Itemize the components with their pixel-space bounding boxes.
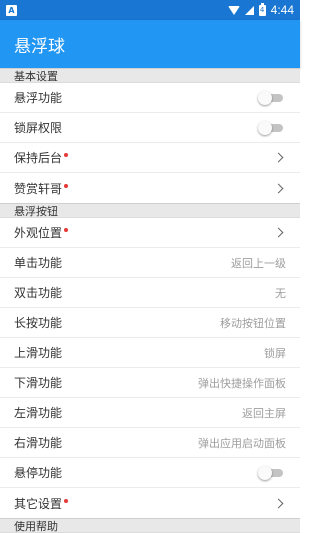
row-value: 弹出应用启动面板	[198, 436, 286, 450]
status-time: 4:44	[270, 3, 294, 17]
app-bar: 悬浮球	[0, 20, 300, 68]
badge-dot-icon	[64, 183, 69, 188]
chevron-right-icon	[273, 498, 284, 508]
row-label: 单击功能	[14, 256, 63, 270]
battery-icon: 4	[258, 2, 266, 16]
row-label: 上滑功能	[14, 346, 63, 360]
row-label: 保持后台	[14, 149, 69, 166]
row-label: 下滑功能	[14, 376, 63, 390]
toggle-thumb	[258, 120, 272, 135]
row-swipe-right[interactable]: 右滑功能 弹出应用启动面板	[0, 428, 300, 458]
status-left: A	[6, 4, 17, 16]
row-value: 返回主屏	[242, 406, 286, 420]
float-function-toggle[interactable]	[258, 90, 284, 105]
row-swipe-left[interactable]: 左滑功能 返回主屏	[0, 398, 300, 428]
chevron-right-icon	[273, 227, 284, 238]
row-label: 外观位置	[14, 224, 69, 241]
row-value: 弹出快捷操作面板	[198, 376, 286, 390]
chevron-right-icon	[273, 183, 284, 193]
row-label-text: 赞赏轩哥	[14, 181, 63, 196]
row-label-text: 保持后台	[14, 151, 63, 165]
row-label: 悬浮功能	[14, 91, 63, 105]
row-label: 锁屏权限	[14, 121, 63, 135]
row-appearance[interactable]: 外观位置	[0, 218, 300, 248]
page-title: 悬浮球	[14, 36, 65, 57]
row-label: 长按功能	[14, 316, 63, 330]
row-double-tap[interactable]: 双击功能 无	[0, 278, 300, 308]
chevron-right-icon	[273, 152, 284, 163]
row-single-tap[interactable]: 单击功能 返回上一级	[0, 248, 300, 278]
badge-dot-icon	[64, 498, 69, 503]
row-value: 返回上一级	[231, 256, 286, 270]
lock-permission-toggle[interactable]	[258, 120, 284, 135]
status-right: 4 4:44	[227, 2, 294, 17]
signal-icon	[244, 5, 254, 15]
section-header-help: 使用帮助	[0, 518, 300, 533]
row-value: 无	[275, 286, 286, 300]
row-other-settings[interactable]: 其它设置	[0, 488, 300, 518]
row-label: 悬停功能	[14, 466, 63, 480]
row-label: 左滑功能	[14, 406, 63, 420]
section-header-buttons: 悬浮按钮	[0, 203, 300, 218]
row-label-text: 其它设置	[14, 496, 63, 511]
wifi-icon	[227, 5, 240, 15]
hover-toggle[interactable]	[258, 465, 284, 480]
status-bar: A 4 4:44	[0, 0, 300, 20]
row-hover[interactable]: 悬停功能	[0, 458, 300, 488]
row-keep-background[interactable]: 保持后台	[0, 143, 300, 173]
row-label: 双击功能	[14, 286, 63, 300]
row-label: 右滑功能	[14, 436, 63, 450]
row-reward[interactable]: 赞赏轩哥	[0, 173, 300, 203]
row-label: 其它设置	[14, 495, 69, 512]
row-float-function[interactable]: 悬浮功能	[0, 83, 300, 113]
toggle-thumb	[258, 90, 272, 105]
row-long-press[interactable]: 长按功能 移动按钮位置	[0, 308, 300, 338]
toggle-thumb	[258, 465, 272, 480]
row-value: 锁屏	[264, 346, 286, 360]
row-value: 移动按钮位置	[220, 316, 286, 330]
badge-dot-icon	[64, 153, 69, 157]
row-lock-permission[interactable]: 锁屏权限	[0, 113, 300, 143]
badge-dot-icon	[64, 228, 69, 232]
row-swipe-up[interactable]: 上滑功能 锁屏	[0, 338, 300, 368]
row-swipe-down[interactable]: 下滑功能 弹出快捷操作面板	[0, 368, 300, 398]
row-label-text: 外观位置	[14, 226, 63, 240]
section-header-basic: 基本设置	[0, 68, 300, 83]
row-label: 赞赏轩哥	[14, 180, 69, 197]
app-notification-icon: A	[6, 4, 17, 16]
